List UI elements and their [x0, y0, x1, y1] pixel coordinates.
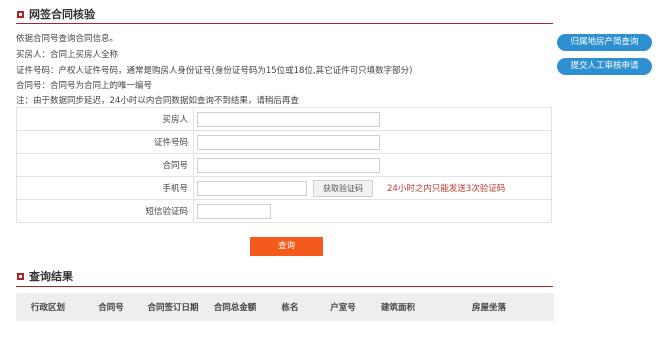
contract-label: 合同号: [16, 153, 194, 177]
form-row-id: 证件号码: [16, 130, 552, 154]
query-form: 买房人 证件号码 合同号 手机号 获取验证码 24小时之内只能发送3次验证码 短信…: [16, 107, 552, 223]
column-header: 栋名: [281, 303, 299, 313]
phone-cell: 获取验证码 24小时之内只能发送3次验证码: [193, 176, 552, 200]
column-header: 合同签订日期: [147, 303, 199, 313]
property-query-button[interactable]: 归属地房产简查询: [557, 34, 652, 51]
check-section-title: 网签合同核验: [29, 8, 95, 21]
column-header: 房屋坐落: [471, 303, 506, 313]
get-code-button[interactable]: 获取验证码: [313, 179, 373, 197]
sms-cell: [193, 199, 552, 223]
info-line: 依据合同号查询合同信息。: [16, 34, 119, 44]
id-number-input[interactable]: [197, 134, 380, 150]
sms-label: 短信验证码: [16, 199, 194, 223]
info-line: 证件号码：产权人证件号码，通常是购房人身份证号(身份证号码为15位或18位,其它…: [16, 66, 413, 76]
id-label: 证件号码: [16, 130, 194, 154]
query-button[interactable]: 查询: [250, 237, 323, 256]
form-row-sms: 短信验证码: [16, 199, 552, 223]
check-section-divider: [16, 23, 553, 24]
phone-label: 手机号: [16, 176, 194, 200]
sms-code-input[interactable]: [197, 203, 271, 219]
form-row-buyer: 买房人: [16, 107, 552, 131]
code-limit-tip: 24小时之内只能发送3次验证码: [387, 184, 506, 194]
column-header: 行政区划: [30, 303, 65, 313]
result-section-header: 查询结果: [17, 268, 73, 284]
result-table-header: 行政区划 合同号 合同签订日期 合同总金额 栋名 户室号 建筑面积 房屋坐落: [16, 293, 554, 321]
info-line: 注：由于数据同步延迟，24小时以内合同数据如查询不到结果，请稍后再查: [16, 96, 299, 106]
buyer-cell: [193, 107, 552, 131]
column-header: 合同总金额: [213, 303, 257, 313]
result-section-divider: [16, 286, 553, 287]
column-header: 合同号: [98, 303, 124, 313]
buyer-input[interactable]: [197, 111, 380, 127]
phone-input[interactable]: [197, 180, 307, 196]
check-section-header: 网签合同核验: [17, 6, 95, 22]
manual-review-button[interactable]: 提交人工审核申请: [557, 58, 652, 75]
info-line: 合同号：合同号为合同上的唯一编号: [16, 81, 153, 91]
buyer-label: 买房人: [16, 107, 194, 131]
column-header: 建筑面积: [380, 303, 415, 313]
section-marker-icon: [17, 272, 24, 280]
column-header: 户室号: [330, 303, 356, 313]
contract-cell: [193, 153, 552, 177]
form-row-phone: 手机号 获取验证码 24小时之内只能发送3次验证码: [16, 176, 552, 200]
contract-number-input[interactable]: [197, 157, 380, 173]
form-row-contract: 合同号: [16, 153, 552, 177]
result-section-title: 查询结果: [29, 270, 73, 283]
info-line: 买房人：合同上买房人全称: [16, 50, 119, 60]
section-marker-icon: [17, 10, 24, 18]
id-cell: [193, 130, 552, 154]
